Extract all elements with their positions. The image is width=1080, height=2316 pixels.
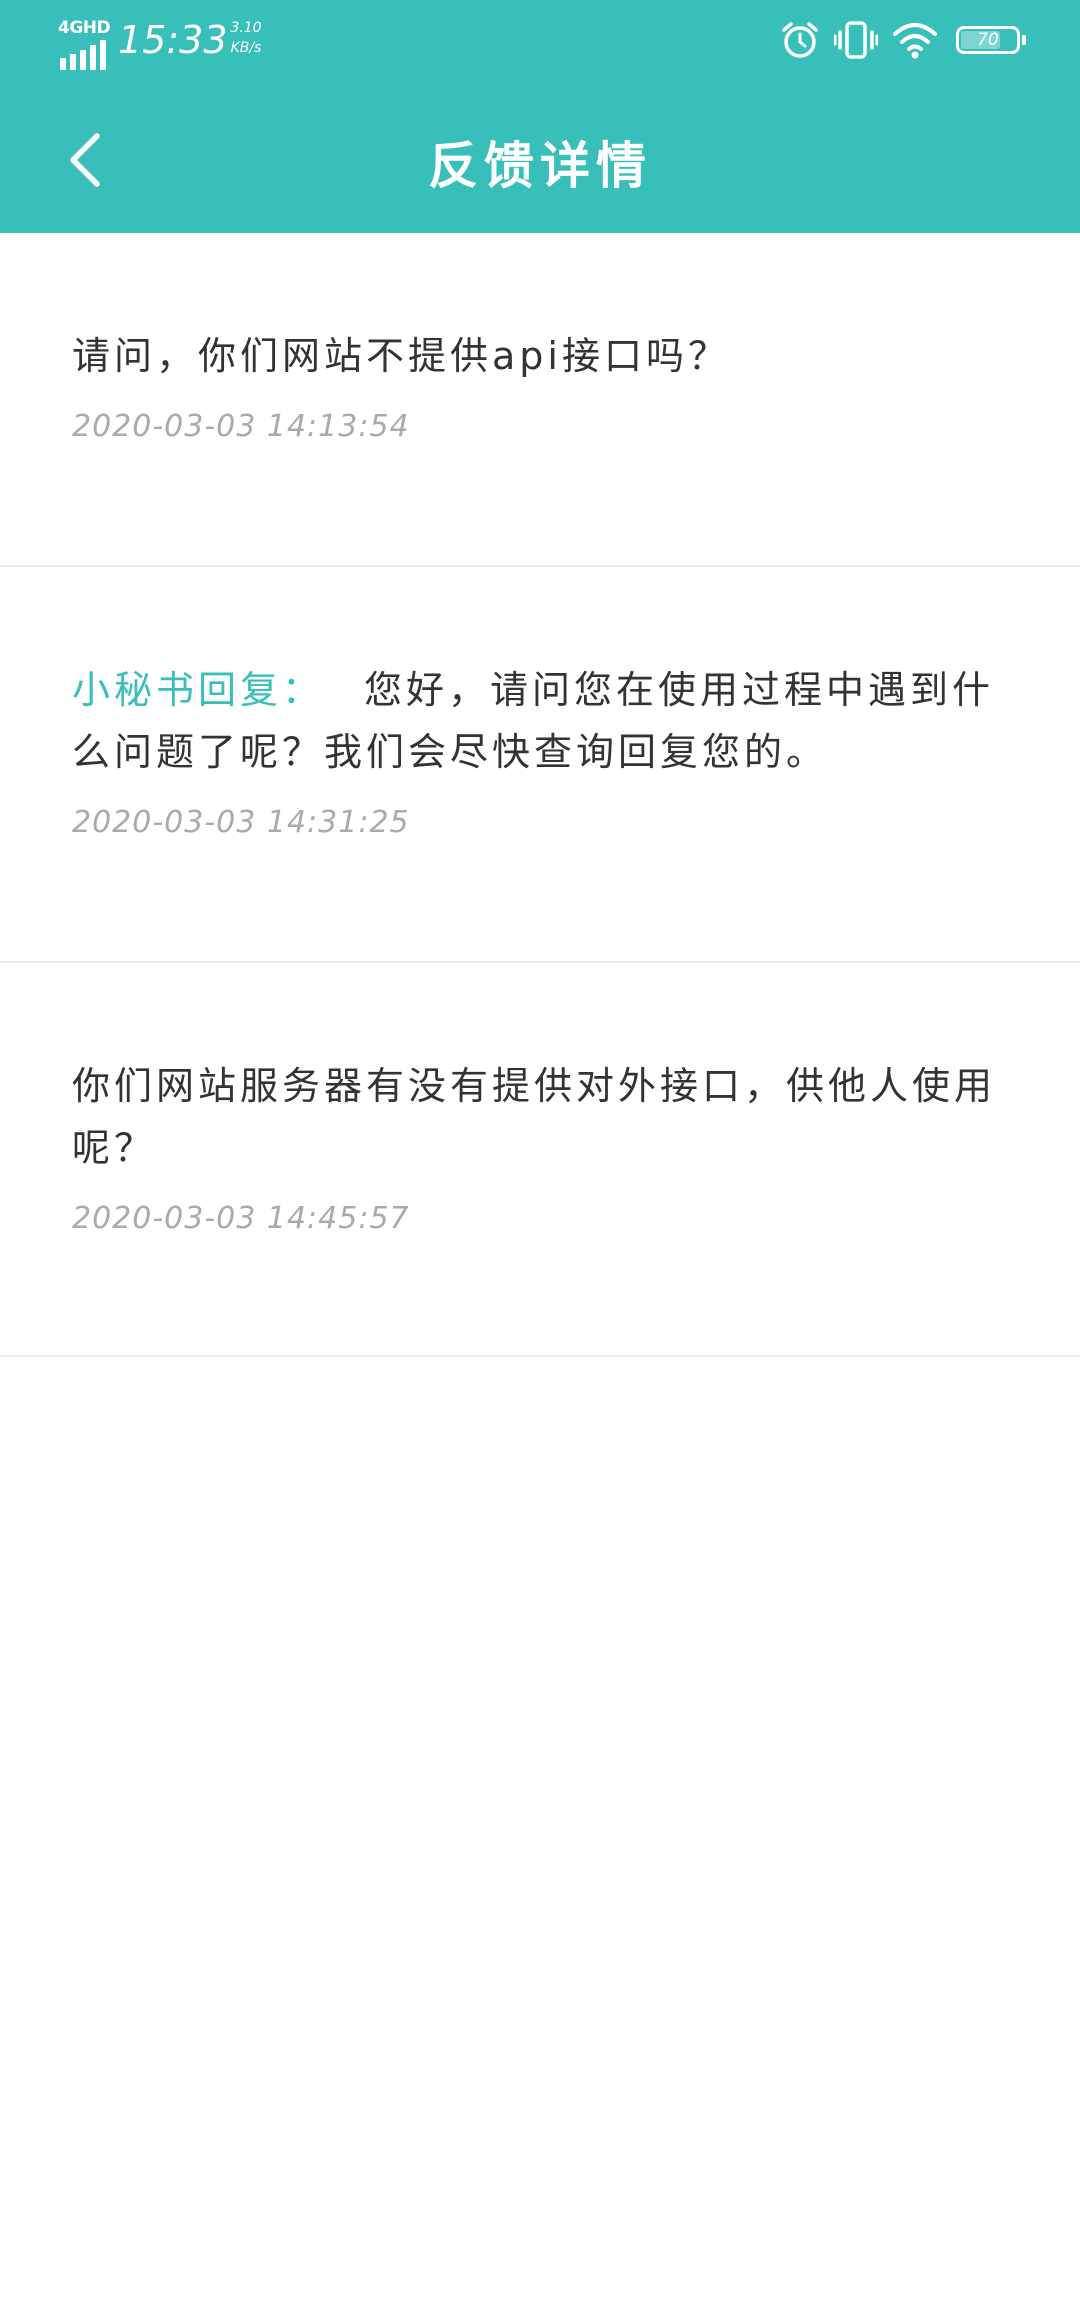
- alarm-icon: [782, 22, 818, 58]
- feedback-item: 请问，你们网站不提供api接口吗？ 2020-03-03 14:13:54: [0, 233, 1080, 567]
- feedback-list: 请问，你们网站不提供api接口吗？ 2020-03-03 14:13:54 小秘…: [0, 233, 1080, 1357]
- status-right: 70: [780, 20, 1026, 64]
- page-title: 反馈详情: [428, 137, 652, 195]
- nav-bar: 反馈详情: [0, 100, 1080, 220]
- reply-item: 小秘书回复： 您好，请问您在使用过程中遇到什么问题了呢？我们会尽快查询回复您的。 …: [0, 567, 1080, 963]
- network-speed-unit: KB/s: [230, 40, 262, 56]
- reply-timestamp: 2020-03-03 14:31:25: [72, 805, 410, 840]
- app-header: 4GHD 15:33 3.10 KB/s 70 反馈详情: [0, 0, 1080, 233]
- feedback-message: 你们网站服务器有没有提供对外接口，供他人使用呢？: [72, 1064, 997, 1170]
- reply-label: 小秘书回复：: [72, 668, 325, 712]
- status-time: 15:33: [118, 18, 228, 62]
- reply-message: 小秘书回复： 您好，请问您在使用过程中遇到什么问题了呢？我们会尽快查询回复您的。: [72, 659, 1000, 783]
- status-bar: 4GHD 15:33 3.10 KB/s 70: [0, 0, 1080, 76]
- network-speed-value: 3.10: [230, 20, 262, 36]
- feedback-timestamp: 2020-03-03 14:45:57: [72, 1201, 410, 1236]
- network-speed: 3.10 KB/s: [218, 18, 274, 58]
- feedback-detail-screen: 4GHD 15:33 3.10 KB/s 70 反馈详情 请问，你们网站不提供a…: [0, 0, 1080, 2316]
- network-type: 4GHD: [58, 18, 111, 38]
- feedback-message: 请问，你们网站不提供api接口吗？: [72, 334, 730, 378]
- vibrate-icon: [834, 21, 878, 59]
- feedback-item: 你们网站服务器有没有提供对外接口，供他人使用呢？ 2020-03-03 14:4…: [0, 963, 1080, 1357]
- wifi-icon: [893, 23, 937, 59]
- feedback-timestamp: 2020-03-03 14:13:54: [72, 409, 410, 444]
- battery-icon: 70: [956, 26, 1026, 54]
- battery-percentage: 70: [977, 30, 999, 50]
- signal-icon: [60, 40, 106, 70]
